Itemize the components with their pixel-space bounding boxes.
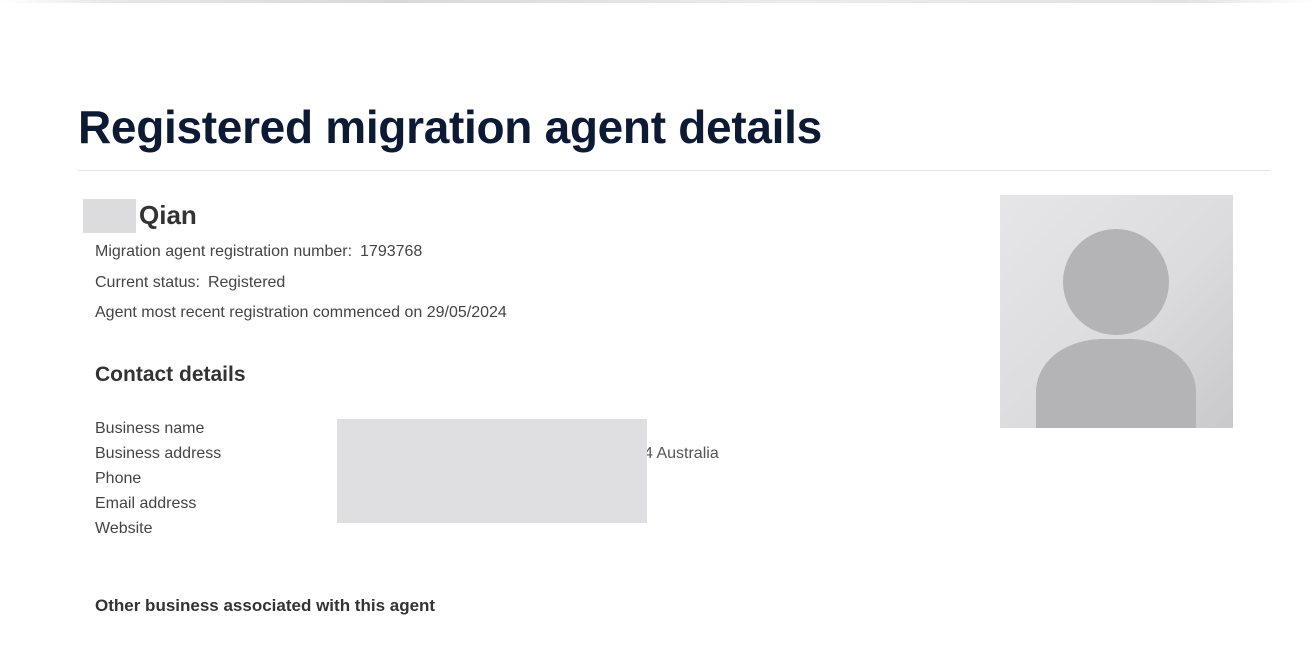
website-label: Website: [95, 520, 153, 537]
phone-label: Phone: [95, 470, 142, 487]
email-address-label: Email address: [95, 495, 197, 512]
current-status-line: Current status: Registered: [95, 273, 285, 293]
recent-registration-line: Agent most recent registration commenced…: [95, 304, 507, 321]
current-status-label: Current status:: [95, 274, 200, 291]
agent-photo: [1000, 195, 1233, 428]
title-divider: [78, 170, 1270, 171]
other-business-heading: Other business associated with this agen…: [95, 596, 436, 615]
top-cropped-strip: [0, 0, 1315, 3]
current-status-value: Registered: [207, 274, 286, 291]
contact-details-heading: Contact details: [95, 363, 246, 386]
business-address-label: Business address: [95, 445, 222, 462]
registration-number-line: Migration agent registration number: 1793…: [95, 242, 422, 262]
page-title: Registered migration agent details: [78, 101, 822, 153]
business-address-value: 4 Australia: [644, 445, 719, 462]
agent-name: Qian: [139, 200, 197, 230]
registration-number-value: 1793768: [360, 243, 423, 260]
business-name-label: Business name: [95, 420, 205, 437]
user-silhouette-icon: [1036, 229, 1196, 428]
contact-values-redaction: [337, 419, 647, 523]
name-redaction: [83, 199, 136, 233]
registration-number-label: Migration agent registration number:: [95, 243, 353, 260]
agent-details-page: Registered migration agent details Qian …: [0, 0, 1315, 667]
